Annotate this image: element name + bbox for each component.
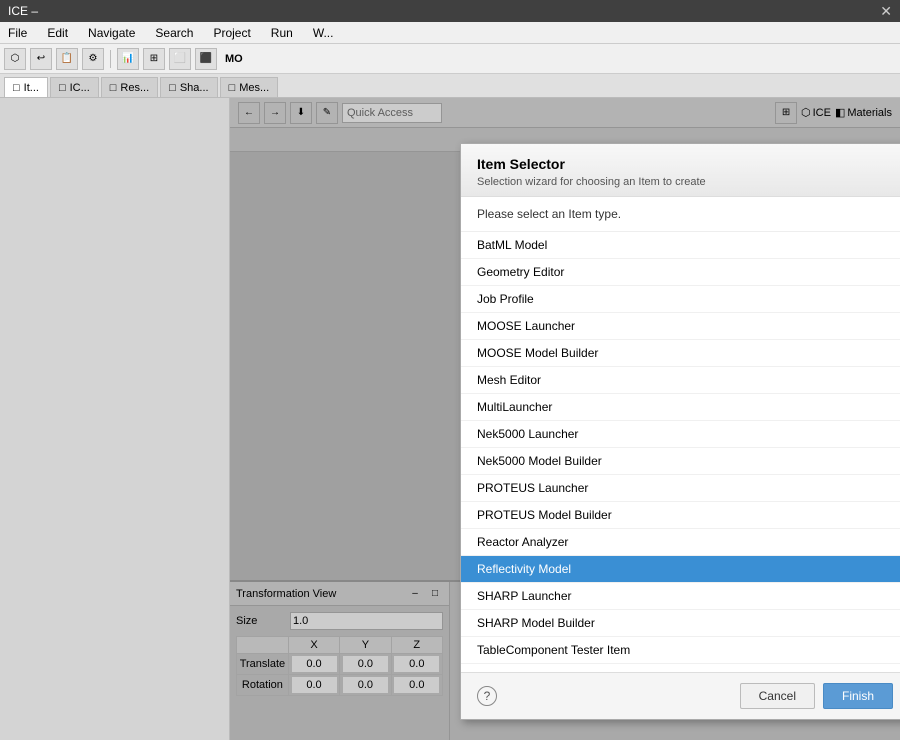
tab-icon-0: □ [13, 82, 20, 94]
list-item[interactable]: Reflectivity Model [461, 556, 900, 583]
list-item[interactable]: MultiLauncher [461, 394, 900, 421]
menu-edit[interactable]: Edit [43, 24, 72, 42]
toolbar-btn-2[interactable]: ↩ [30, 48, 52, 70]
item-selector-modal: Item Selector Selection wizard for choos… [460, 143, 900, 720]
tab-icon-4: □ [229, 82, 236, 94]
title-bar: ICE – ✕ [0, 0, 900, 22]
list-item[interactable]: TableComponent Tester Item [461, 637, 900, 664]
list-item[interactable]: Mesh Editor [461, 367, 900, 394]
list-item[interactable]: Geometry Editor [461, 259, 900, 286]
footer-buttons: Cancel Finish [740, 683, 893, 709]
menu-file[interactable]: File [4, 24, 31, 42]
list-item[interactable]: SHARP Launcher [461, 583, 900, 610]
tab-3[interactable]: □ Sha... [160, 77, 217, 97]
modal-subtitle: Selection wizard for choosing an Item to… [477, 176, 893, 188]
menu-search[interactable]: Search [151, 24, 197, 42]
finish-button[interactable]: Finish [823, 683, 893, 709]
tab-0[interactable]: □ It... [4, 77, 48, 97]
title-close-btn[interactable]: ✕ [880, 3, 892, 20]
menu-project[interactable]: Project [209, 24, 254, 42]
tab-bar: □ It... □ IC... □ Res... □ Sha... □ Mes.… [0, 74, 900, 98]
list-item[interactable]: VIBE Key-Value Pair [461, 664, 900, 672]
cancel-button[interactable]: Cancel [740, 683, 815, 709]
list-item[interactable]: Job Profile [461, 286, 900, 313]
help-icon-btn[interactable]: ? [477, 686, 497, 706]
tab-icon-3: □ [169, 82, 176, 94]
tab-2[interactable]: □ Res... [101, 77, 158, 97]
modal-instruction: Please select an Item type. [461, 197, 900, 232]
modal-list[interactable]: BatML ModelGeometry EditorJob ProfileMOO… [461, 232, 900, 672]
mo-label: MO [225, 53, 243, 65]
menu-bar: File Edit Navigate Search Project Run W.… [0, 22, 900, 44]
modal-title: Item Selector [477, 156, 893, 172]
app-title: ICE – [8, 4, 38, 18]
toolbar-btn-6[interactable]: ⊞ [143, 48, 165, 70]
toolbar-btn-3[interactable]: 📋 [56, 48, 78, 70]
list-item[interactable]: MOOSE Launcher [461, 313, 900, 340]
menu-run[interactable]: Run [267, 24, 297, 42]
menu-w[interactable]: W... [309, 24, 338, 42]
tab-label-1: IC... [70, 82, 90, 94]
tab-label-3: Sha... [180, 82, 209, 94]
tab-1[interactable]: □ IC... [50, 77, 99, 97]
toolbar-btn-4[interactable]: ⚙ [82, 48, 104, 70]
toolbar-btn-1[interactable]: ⬡ [4, 48, 26, 70]
main-area: ← → ⬇ ✎ ⊞ ⬡ ICE ◧ Materials [0, 98, 900, 740]
tab-label-4: Mes... [239, 82, 269, 94]
left-panel [0, 98, 230, 740]
modal-overlay: Item Selector Selection wizard for choos… [230, 98, 900, 740]
tab-label-2: Res... [120, 82, 149, 94]
list-item[interactable]: BatML Model [461, 232, 900, 259]
tab-icon-1: □ [59, 82, 66, 94]
toolbar-sep-1 [110, 50, 111, 68]
tab-icon-2: □ [110, 82, 117, 94]
list-item[interactable]: PROTEUS Model Builder [461, 502, 900, 529]
toolbar: ⬡ ↩ 📋 ⚙ 📊 ⊞ ⬜ ⬛ MO [0, 44, 900, 74]
right-panel: ← → ⬇ ✎ ⊞ ⬡ ICE ◧ Materials [230, 98, 900, 740]
modal-footer: ? Cancel Finish [461, 672, 900, 719]
list-item[interactable]: SHARP Model Builder [461, 610, 900, 637]
toolbar-btn-5[interactable]: 📊 [117, 48, 139, 70]
list-item[interactable]: Nek5000 Launcher [461, 421, 900, 448]
list-item[interactable]: Nek5000 Model Builder [461, 448, 900, 475]
menu-navigate[interactable]: Navigate [84, 24, 139, 42]
modal-header: Item Selector Selection wizard for choos… [461, 144, 900, 197]
toolbar-btn-7[interactable]: ⬜ [169, 48, 191, 70]
list-item[interactable]: Reactor Analyzer [461, 529, 900, 556]
toolbar-btn-8[interactable]: ⬛ [195, 48, 217, 70]
list-item[interactable]: PROTEUS Launcher [461, 475, 900, 502]
list-item[interactable]: MOOSE Model Builder [461, 340, 900, 367]
tab-label-0: It... [24, 82, 39, 94]
tab-4[interactable]: □ Mes... [220, 77, 279, 97]
